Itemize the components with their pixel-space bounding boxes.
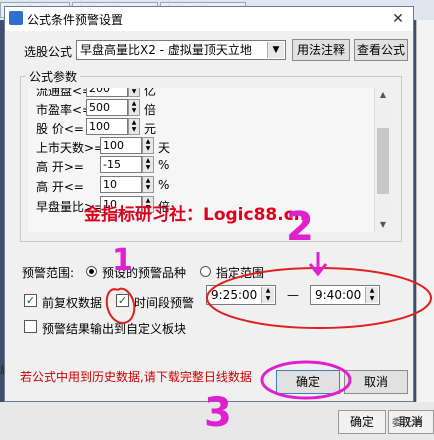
warning-range-label: 预警范围: [22, 266, 75, 280]
param-spinner[interactable]: ▲▼ [128, 118, 140, 135]
history-data-notice: 若公式中用到历史数据,请下载完整日线数据 [20, 370, 252, 384]
param-unit: % [158, 178, 170, 192]
radio-specified-label: 指定范围 [216, 266, 265, 280]
param-input[interactable]: 200 [86, 88, 128, 97]
param-label: 高 开>= [36, 160, 84, 174]
param-input[interactable]: 10 [100, 176, 142, 193]
end-time-value: 9:40:00 [315, 288, 362, 302]
dialog-title: 公式条件预警设置 [27, 13, 124, 27]
scroll-down-icon[interactable]: ▼ [375, 218, 391, 232]
formula-select[interactable]: 早盘高量比X2 - 虚拟量顶天立地 ▼ [76, 40, 286, 60]
param-unit: 亿 [144, 88, 157, 98]
radio-specified-range[interactable] [200, 266, 211, 277]
params-scrollbar[interactable]: ▲ ▼ [374, 88, 391, 232]
param-input[interactable]: 100 [86, 118, 128, 135]
param-input[interactable]: 500 [86, 99, 128, 116]
background-ok-button[interactable]: 确定 [338, 410, 386, 434]
output-block-checkbox[interactable] [24, 320, 37, 333]
scroll-thumb[interactable] [377, 128, 389, 194]
ok-button[interactable]: 确定 [276, 370, 340, 394]
param-label: 市盈率<= [36, 103, 93, 117]
start-time-spinner[interactable]: ▲ ▼ [261, 287, 274, 303]
param-unit: 倍 [144, 103, 157, 117]
background-right-panel [416, 20, 434, 420]
end-time-input[interactable]: 9:40:00 ▲ ▼ [310, 285, 380, 305]
param-spinner[interactable]: ▲▼ [128, 99, 140, 116]
view-formula-button[interactable]: 查看公式 [354, 39, 408, 61]
output-block-label: 预警结果输出到自定义板块 [42, 322, 187, 336]
param-input[interactable]: 100 [100, 137, 142, 154]
param-input[interactable]: -15 [100, 156, 142, 173]
params-group-title: 公式参数 [26, 68, 81, 85]
param-spinner[interactable]: ▲▼ [142, 176, 154, 193]
radio-preset-label: 预设的预警品种 [102, 266, 187, 280]
param-unit: 元 [144, 122, 157, 136]
param-spinner[interactable]: ▲▼ [142, 137, 154, 154]
app-icon [9, 11, 23, 25]
radio-preset-warning[interactable] [86, 266, 97, 277]
formula-selected-value: 早盘高量比X2 - 虚拟量顶天立地 [80, 43, 252, 57]
time-separator: — [287, 288, 299, 302]
param-unit: 天 [158, 141, 171, 155]
param-spinner[interactable]: ▲▼ [128, 88, 140, 97]
param-label: 流通盘<= [36, 88, 93, 98]
time-period-checkbox[interactable]: ✓ [116, 294, 129, 307]
end-time-spinner[interactable]: ▲ ▼ [365, 287, 378, 303]
close-icon[interactable]: ✕ [389, 10, 407, 28]
param-label: 股 价<= [36, 122, 84, 136]
formula-label: 选股公式 [24, 45, 73, 59]
param-label: 上市天数>= [36, 141, 105, 155]
watermark-text: 金指标研习社：Logic88.cn [84, 205, 306, 225]
cancel-button[interactable]: 取消 [344, 370, 408, 394]
param-label: 高 开<= [36, 180, 84, 194]
adjusted-data-checkbox[interactable]: ✓ [24, 294, 37, 307]
background-overlay-text: 委托单 [392, 418, 422, 429]
param-spinner[interactable]: ▲▼ [142, 156, 154, 173]
usage-notes-button[interactable]: 用法注释 [292, 39, 350, 61]
time-period-label: 时间段预警 [134, 296, 195, 310]
chevron-down-icon[interactable]: ▼ [267, 42, 284, 58]
adjusted-data-label: 前复权数据 [42, 296, 103, 310]
start-time-input[interactable]: 9:25:00 ▲ ▼ [206, 285, 276, 305]
dialog-titlebar[interactable]: 公式条件预警设置 ✕ [5, 7, 413, 31]
param-unit: % [158, 158, 170, 172]
scroll-up-icon[interactable]: ▲ [375, 88, 391, 102]
start-time-value: 9:25:00 [211, 288, 258, 302]
